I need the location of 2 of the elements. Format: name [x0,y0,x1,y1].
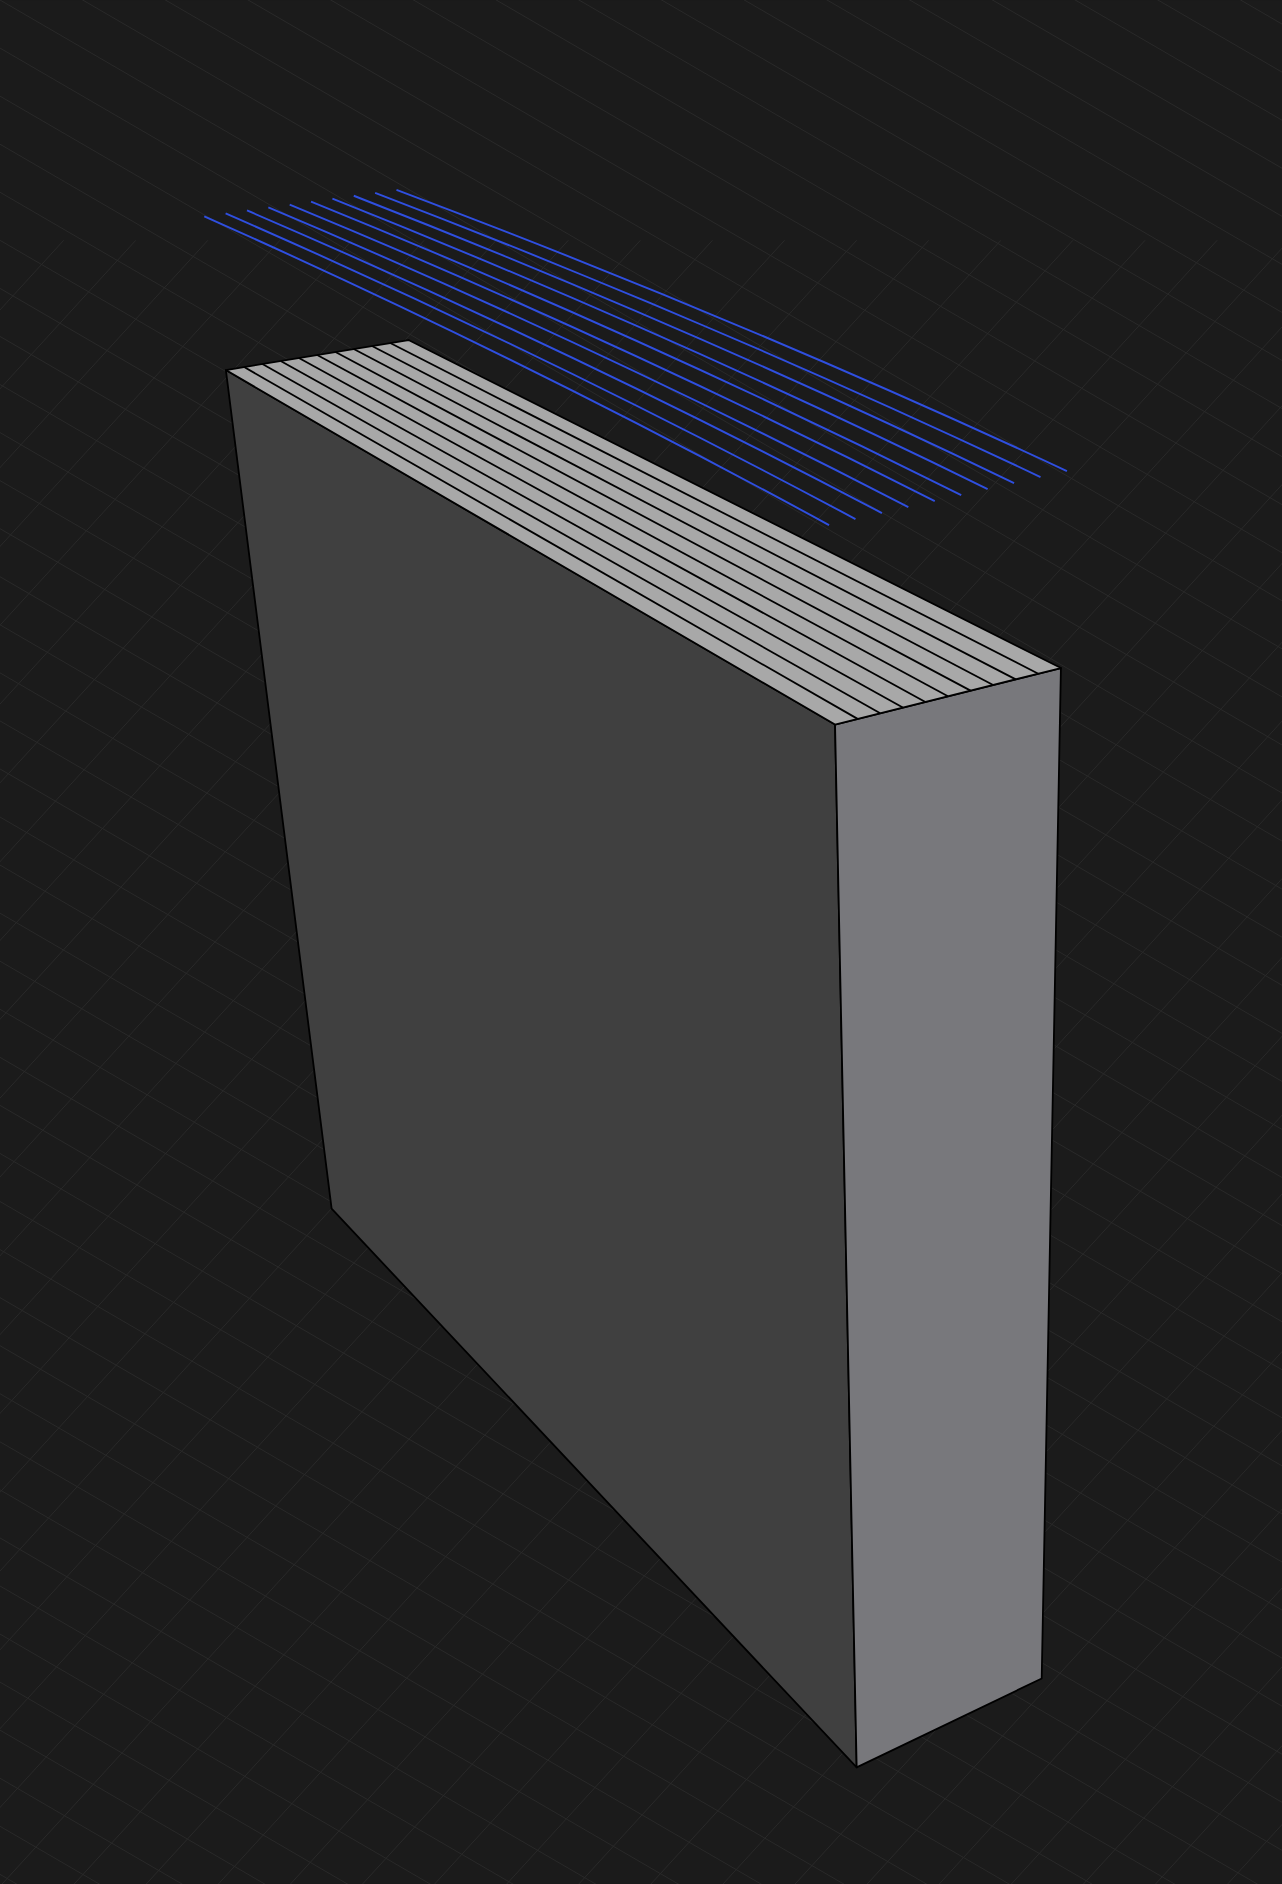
box-drawing[interactable] [225,339,1062,1769]
curve-drawing[interactable] [203,188,1068,527]
